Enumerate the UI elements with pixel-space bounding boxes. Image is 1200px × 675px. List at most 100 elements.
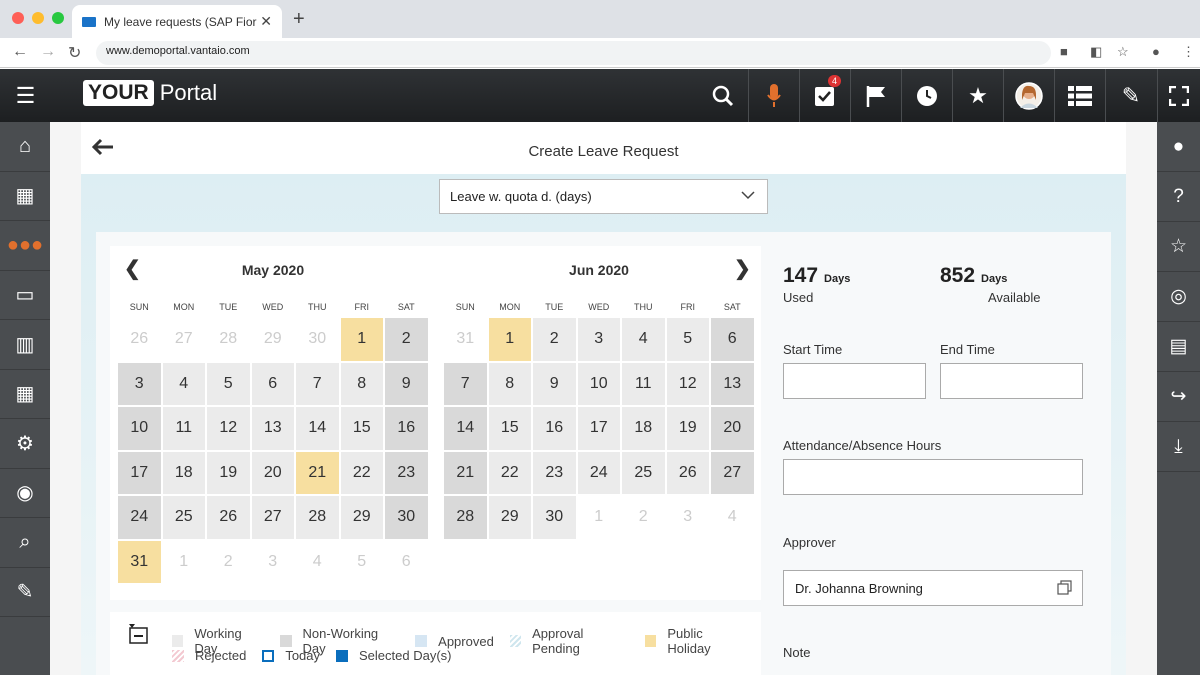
calendar-day[interactable]: 27 (710, 450, 755, 495)
calendar-day[interactable]: 31 (443, 317, 488, 362)
calendar-day[interactable]: 1 (339, 317, 384, 362)
calendar-day[interactable]: 22 (339, 450, 384, 495)
menu-dots-icon[interactable]: ⋮ (1182, 44, 1195, 60)
calendar-day[interactable]: 26 (665, 450, 710, 495)
calendar-day[interactable]: 20 (250, 450, 295, 495)
forward-nav-icon[interactable]: → (40, 43, 56, 61)
calendar-day[interactable]: 3 (250, 539, 295, 584)
browser-tab[interactable]: My leave requests (SAP Fior ✕ (72, 5, 282, 38)
profile-icon[interactable]: ● (1152, 44, 1160, 59)
calendar-day[interactable]: 15 (487, 406, 532, 451)
calendar-day[interactable]: 29 (250, 317, 295, 362)
home-icon[interactable]: ⌂ (0, 122, 50, 172)
calendar-day[interactable]: 1 (487, 317, 532, 362)
edit-pencil-icon[interactable]: ✎ (1105, 69, 1156, 122)
value-help-icon[interactable] (1057, 580, 1072, 598)
calendar-day[interactable]: 30 (532, 495, 577, 540)
calendar-day[interactable]: 23 (384, 450, 429, 495)
favorites-star-icon[interactable]: ★ (952, 69, 1003, 122)
calendar-day[interactable]: 9 (384, 361, 429, 406)
calendar-icon[interactable]: ▤ (1157, 322, 1200, 372)
calendar-day[interactable]: 26 (117, 317, 162, 362)
calendar-day[interactable]: 2 (621, 495, 666, 540)
fullscreen-icon[interactable] (1157, 69, 1200, 122)
calendar-day[interactable]: 25 (161, 495, 206, 540)
calendar-day[interactable]: 30 (384, 495, 429, 540)
calendar-day[interactable]: 3 (576, 317, 621, 362)
calendar-day[interactable]: 4 (295, 539, 340, 584)
building-icon[interactable]: ▦ (0, 172, 50, 221)
close-window-button[interactable] (12, 12, 24, 24)
calendar-day[interactable]: 7 (295, 361, 340, 406)
search-sidebar-icon[interactable]: ⌕ (0, 518, 50, 568)
back-nav-icon[interactable]: ← (12, 43, 28, 61)
hours-input[interactable] (783, 459, 1083, 495)
calendar-day[interactable]: 19 (665, 406, 710, 451)
calendar-day[interactable]: 11 (621, 361, 666, 406)
calendar-day[interactable]: 6 (384, 539, 429, 584)
settings-gears-icon[interactable]: ⚙ (0, 419, 50, 469)
calendar-day[interactable]: 31 (117, 539, 162, 584)
calendar-day[interactable]: 27 (161, 317, 206, 362)
calendar-day[interactable]: 13 (710, 361, 755, 406)
calendar-day[interactable]: 4 (621, 317, 666, 362)
calendar-day[interactable]: 25 (621, 450, 666, 495)
calendar-day[interactable]: 3 (117, 361, 162, 406)
calendar-day[interactable]: 27 (250, 495, 295, 540)
calendar-day[interactable]: 13 (250, 406, 295, 451)
calendar-day[interactable]: 23 (532, 450, 577, 495)
calendar-day[interactable]: 4 (710, 495, 755, 540)
calendar-day[interactable]: 18 (621, 406, 666, 451)
calendar-day[interactable]: 17 (576, 406, 621, 451)
calendar-day[interactable]: 3 (665, 495, 710, 540)
calendar-day[interactable]: 14 (295, 406, 340, 451)
support-icon[interactable]: ◎ (1157, 272, 1200, 322)
microphone-icon[interactable] (748, 69, 799, 122)
team-icon[interactable]: ●●● (0, 221, 50, 271)
search-icon[interactable] (697, 69, 748, 122)
start-time-input[interactable] (783, 363, 926, 399)
tasks-icon[interactable]: 4 (799, 69, 850, 122)
calendar-day[interactable]: 6 (250, 361, 295, 406)
list-view-icon[interactable] (1054, 69, 1105, 122)
calendar-day[interactable]: 29 (487, 495, 532, 540)
calendar-day[interactable]: 9 (532, 361, 577, 406)
end-time-input[interactable] (940, 363, 1083, 399)
calendar-day[interactable]: 5 (206, 361, 251, 406)
calendar-day[interactable]: 24 (117, 495, 162, 540)
collapse-legend-icon[interactable] (128, 624, 148, 649)
analytics-icon[interactable]: ▥ (0, 320, 50, 370)
calendar-day[interactable]: 11 (161, 406, 206, 451)
calendar-day[interactable]: 1 (161, 539, 206, 584)
calendar-day[interactable]: 10 (576, 361, 621, 406)
calendar-day[interactable]: 24 (576, 450, 621, 495)
calendar-day[interactable]: 26 (206, 495, 251, 540)
flag-icon[interactable] (850, 69, 901, 122)
calendar-day[interactable]: 22 (487, 450, 532, 495)
clock-icon[interactable] (901, 69, 952, 122)
tiles-icon[interactable]: ▦ (0, 370, 50, 419)
edit-sidebar-icon[interactable]: ✎ (0, 568, 50, 617)
calendar-day[interactable]: 10 (117, 406, 162, 451)
calendar-day[interactable]: 14 (443, 406, 488, 451)
calendar-day[interactable]: 1 (576, 495, 621, 540)
bookmark-star-icon[interactable]: ☆ (1117, 44, 1129, 60)
help-icon[interactable]: ? (1157, 172, 1200, 222)
leave-type-select[interactable]: Leave w. quota d. (days) (439, 179, 768, 214)
calendar-day[interactable]: 16 (384, 406, 429, 451)
reload-icon[interactable]: ↻ (68, 43, 81, 63)
laptop-icon[interactable]: ▭ (0, 271, 50, 320)
calendar-day[interactable]: 21 (443, 450, 488, 495)
calendar-day[interactable]: 12 (665, 361, 710, 406)
maximize-window-button[interactable] (52, 12, 64, 24)
calendar-day[interactable]: 2 (206, 539, 251, 584)
calendar-day[interactable]: 18 (161, 450, 206, 495)
calendar-day[interactable]: 17 (117, 450, 162, 495)
calendar-day[interactable]: 16 (532, 406, 577, 451)
calendar-day[interactable]: 30 (295, 317, 340, 362)
calendar-day[interactable]: 4 (161, 361, 206, 406)
calendar-day[interactable]: 7 (443, 361, 488, 406)
calendar-day[interactable]: 29 (339, 495, 384, 540)
calendar-day[interactable]: 5 (339, 539, 384, 584)
avatar[interactable] (1003, 69, 1054, 122)
